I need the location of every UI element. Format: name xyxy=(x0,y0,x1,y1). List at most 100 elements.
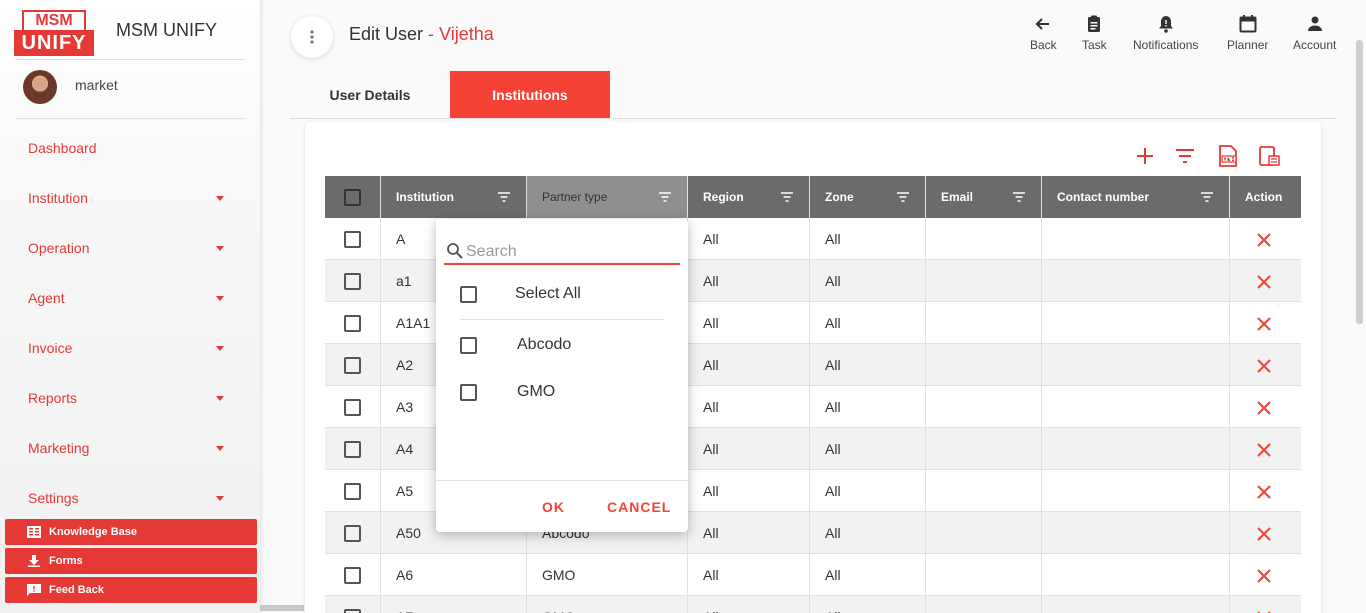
sidebar-item-institution[interactable]: Institution xyxy=(28,187,228,209)
cell-region: All xyxy=(688,386,810,428)
sidebar-item-reports[interactable]: Reports xyxy=(28,387,228,409)
filter-option-abcodo[interactable]: Abcodo xyxy=(460,336,571,354)
page-title-text: Edit User xyxy=(349,24,424,44)
filter-icon[interactable] xyxy=(1201,192,1213,202)
delete-icon[interactable] xyxy=(1257,359,1271,373)
account-button[interactable]: Account xyxy=(1293,14,1336,52)
back-button[interactable]: Back xyxy=(1030,14,1057,52)
filter-search xyxy=(444,239,680,265)
row-checkbox[interactable] xyxy=(344,440,361,458)
knowledge-base-label: Knowledge Base xyxy=(49,526,138,538)
header-select-all-cell xyxy=(325,176,381,218)
action-cell xyxy=(1230,344,1301,386)
filter-icon[interactable] xyxy=(659,192,671,202)
app-name: MSM UNIFY xyxy=(116,20,217,40)
filter-icon[interactable] xyxy=(897,192,909,202)
cell-zone: All xyxy=(810,260,926,302)
cell-partner-type: GMO xyxy=(527,554,688,596)
more-menu-button[interactable] xyxy=(291,16,333,58)
bell-icon xyxy=(1158,16,1173,33)
arrow-left-icon xyxy=(1035,18,1050,30)
table-row[interactable]: A6 GMO All All xyxy=(325,554,1301,596)
avatar[interactable] xyxy=(23,70,57,104)
filter-icon[interactable] xyxy=(498,192,510,202)
row-checkbox[interactable] xyxy=(344,398,361,416)
table-row[interactable]: A7GMOAllAll xyxy=(325,596,1301,613)
header-select-all-checkbox[interactable] xyxy=(344,188,361,206)
filter-icon[interactable] xyxy=(1173,144,1197,168)
filter-icon[interactable] xyxy=(1013,192,1025,202)
delete-icon[interactable] xyxy=(1257,443,1271,457)
app-logo[interactable]: MSM UNIFY xyxy=(14,10,94,56)
action-cell xyxy=(1230,218,1301,260)
delete-icon[interactable] xyxy=(1257,275,1271,289)
column-label: Action xyxy=(1245,190,1283,204)
delete-icon[interactable] xyxy=(1257,233,1271,247)
sidebar-item-operation[interactable]: Operation xyxy=(28,237,228,259)
caret-down-icon xyxy=(216,295,224,301)
select-all-option[interactable]: Select All xyxy=(460,285,581,303)
excel-export-icon[interactable] xyxy=(1216,144,1240,168)
ok-button[interactable]: OK xyxy=(542,499,565,515)
delete-icon[interactable] xyxy=(1257,401,1271,415)
clipboard-icon xyxy=(1088,15,1101,32)
sidebar: MSM UNIFY MSM UNIFY market Dashboard Ins… xyxy=(0,0,260,613)
filter-search-input[interactable] xyxy=(466,241,666,263)
notifications-button[interactable]: Notifications xyxy=(1133,14,1198,52)
delete-icon[interactable] xyxy=(1257,527,1271,541)
sidebar-item-invoice[interactable]: Invoice xyxy=(28,337,228,359)
filter-popup: Select All Abcodo GMO OK CANCEL xyxy=(436,219,688,532)
sidebar-item-agent[interactable]: Agent xyxy=(28,287,228,309)
cancel-button[interactable]: CANCEL xyxy=(607,499,671,515)
row-checkbox[interactable] xyxy=(344,566,361,584)
row-checkbox[interactable] xyxy=(344,314,361,332)
cell-contact xyxy=(1042,386,1230,428)
delete-icon[interactable] xyxy=(1257,317,1271,331)
column-label: Region xyxy=(703,190,744,204)
filter-icon[interactable] xyxy=(781,192,793,202)
download-icon xyxy=(28,555,40,567)
action-cell xyxy=(1230,428,1301,470)
row-checkbox[interactable] xyxy=(344,608,361,613)
filter-option-gmo[interactable]: GMO xyxy=(460,383,555,401)
tab-user-details[interactable]: User Details xyxy=(291,71,449,118)
select-all-checkbox[interactable] xyxy=(460,285,477,303)
row-checkbox[interactable] xyxy=(344,482,361,500)
horizontal-scrollbar[interactable] xyxy=(260,605,304,611)
column-header-zone[interactable]: Zone xyxy=(810,176,926,218)
cell-region: All xyxy=(688,428,810,470)
plus-icon[interactable] xyxy=(1133,144,1157,168)
tab-institutions[interactable]: Institutions xyxy=(450,71,610,118)
vertical-scrollbar[interactable] xyxy=(1356,40,1363,324)
column-header-institution[interactable]: Institution xyxy=(381,176,527,218)
sidebar-item-dashboard[interactable]: Dashboard xyxy=(28,137,228,159)
delete-icon[interactable] xyxy=(1257,569,1271,583)
planner-button[interactable]: Planner xyxy=(1227,14,1268,52)
row-checkbox[interactable] xyxy=(344,272,361,290)
row-checkbox[interactable] xyxy=(344,230,361,248)
column-chooser-icon[interactable] xyxy=(1257,144,1281,168)
row-checkbox[interactable] xyxy=(344,524,361,542)
option-checkbox[interactable] xyxy=(460,336,477,354)
column-header-partner-type[interactable]: Partner type xyxy=(527,176,688,218)
sidebar-item-label: Settings xyxy=(28,490,79,506)
sidebar-item-marketing[interactable]: Marketing xyxy=(28,437,228,459)
option-checkbox[interactable] xyxy=(460,383,477,401)
page-title: Edit User - Vijetha xyxy=(349,24,494,45)
select-all-label: Select All xyxy=(515,285,581,302)
forms-button[interactable]: Forms xyxy=(5,548,257,574)
column-header-region[interactable]: Region xyxy=(688,176,810,218)
column-label: Email xyxy=(941,190,974,204)
knowledge-base-button[interactable]: Knowledge Base xyxy=(5,519,257,545)
row-checkbox[interactable] xyxy=(344,356,361,374)
row-select-cell xyxy=(325,218,381,260)
sidebar-item-settings[interactable]: Settings xyxy=(28,487,228,509)
cell-contact xyxy=(1042,470,1230,512)
caret-down-icon xyxy=(216,445,224,451)
delete-icon[interactable] xyxy=(1257,485,1271,499)
column-header-email[interactable]: Email xyxy=(926,176,1042,218)
feedback-button[interactable]: Feed Back xyxy=(5,577,257,603)
cell-zone: All xyxy=(810,218,926,260)
column-header-contact-number[interactable]: Contact number xyxy=(1042,176,1230,218)
task-button[interactable]: Task xyxy=(1082,14,1107,52)
